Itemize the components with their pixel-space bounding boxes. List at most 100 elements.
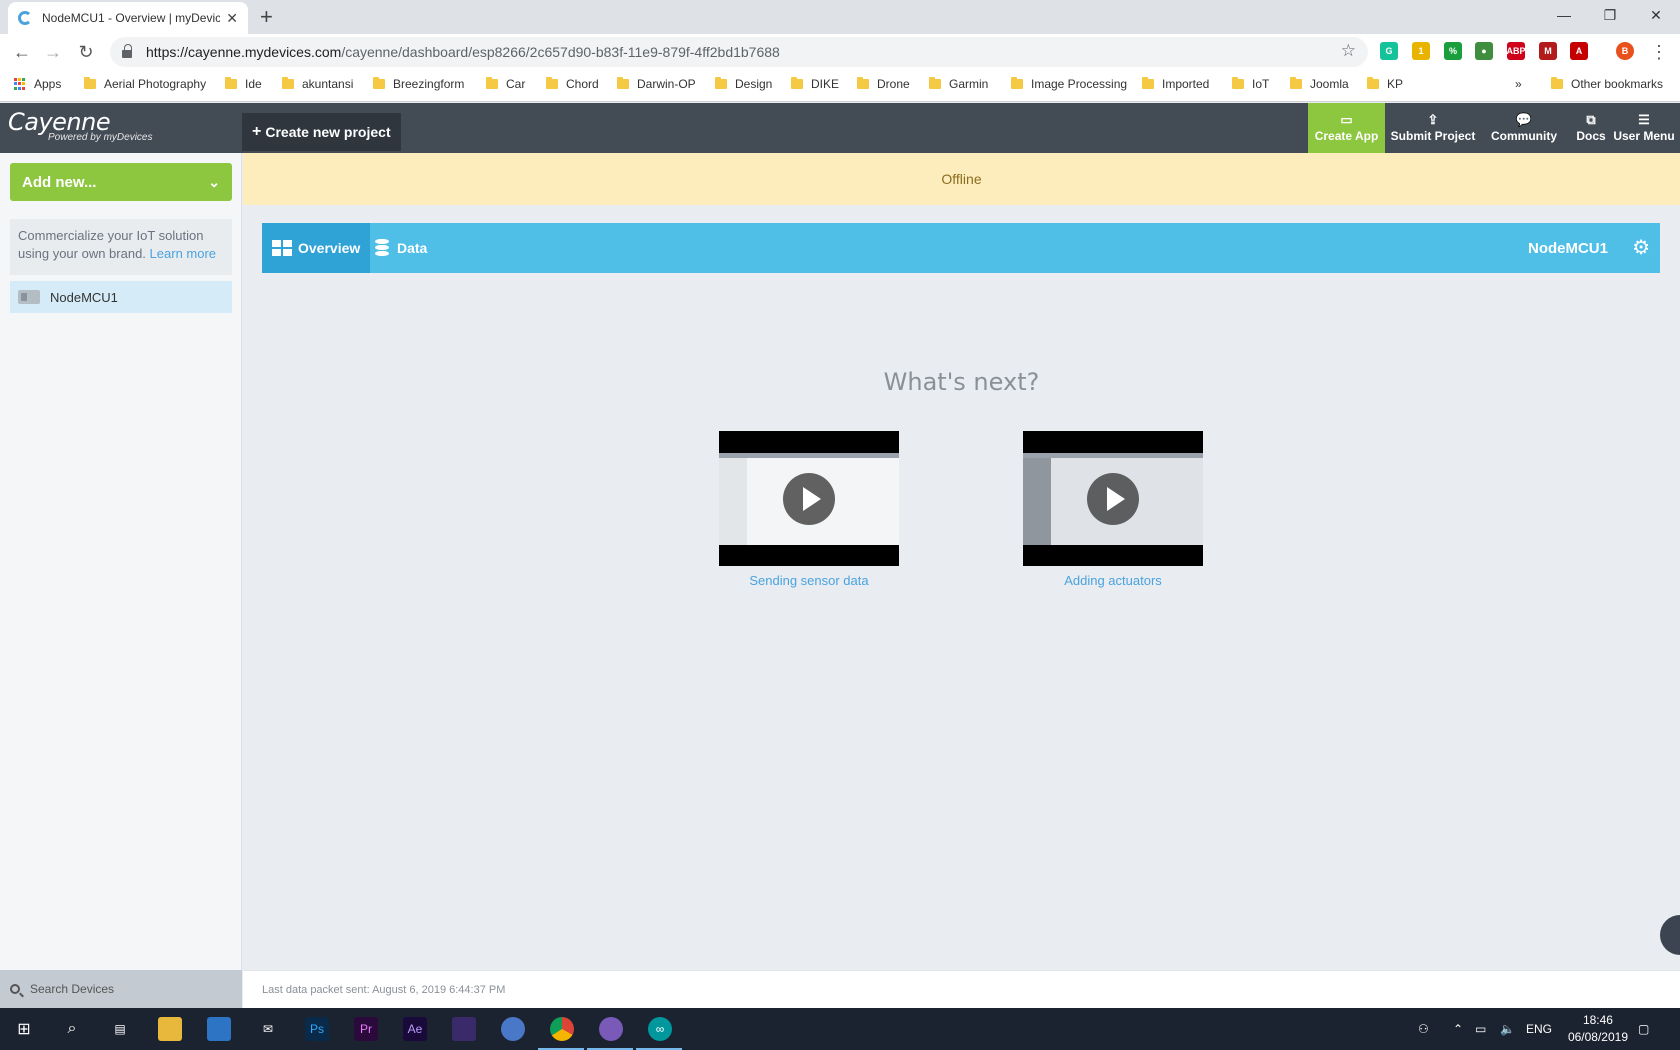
bookmark-item[interactable]: DIKE xyxy=(791,77,839,91)
submit-project-button[interactable]: ⇪ Submit Project xyxy=(1388,103,1478,153)
play-icon[interactable] xyxy=(783,473,835,525)
system-clock[interactable]: 18:46 06/08/2019 xyxy=(1568,1012,1628,1046)
bookmark-item[interactable]: Image Processing xyxy=(1011,77,1127,91)
notifications-icon[interactable]: ▢ xyxy=(1638,1008,1649,1050)
visual-studio-icon[interactable] xyxy=(452,1017,476,1041)
close-tab-icon[interactable]: ✕ xyxy=(226,10,238,27)
bookmark-item[interactable]: Car xyxy=(486,77,525,91)
tab-overview[interactable]: Overview xyxy=(262,223,371,273)
bookmark-item[interactable]: akuntansi xyxy=(282,77,353,91)
bookmark-item[interactable]: IoT xyxy=(1232,77,1269,91)
folder-icon xyxy=(486,77,498,89)
community-button[interactable]: 💬 Community xyxy=(1482,103,1566,153)
github-desktop-icon[interactable] xyxy=(599,1017,623,1041)
photoshop-icon[interactable]: Ps xyxy=(305,1017,329,1041)
url-host: https://cayenne.mydevices.com xyxy=(146,44,342,60)
bookmark-label: KP xyxy=(1387,77,1404,91)
forward-icon[interactable]: → xyxy=(41,40,65,64)
chrome-icon[interactable] xyxy=(550,1017,574,1041)
video-adding-actuators[interactable] xyxy=(1023,431,1203,566)
create-app-button[interactable]: ▭ Create App xyxy=(1308,103,1385,153)
side-panel-toggle[interactable] xyxy=(1660,915,1680,955)
new-tab-button[interactable]: + xyxy=(260,4,273,30)
sidebar: Add new... ⌄ Commercialize your IoT solu… xyxy=(0,153,242,970)
add-new-dropdown[interactable]: Add new... ⌄ xyxy=(10,163,232,201)
bookmark-label: DIKE xyxy=(811,77,840,91)
create-project-button[interactable]: + Create new project xyxy=(242,113,401,151)
folder-icon xyxy=(929,77,941,89)
video-link-sending-sensor-data[interactable]: Sending sensor data xyxy=(719,573,899,588)
back-icon[interactable]: ← xyxy=(10,40,34,64)
bookmark-item[interactable]: Darwin-OP xyxy=(617,77,696,91)
bookmark-item[interactable]: Chord xyxy=(546,77,599,91)
file-explorer-icon[interactable] xyxy=(158,1017,182,1041)
tray-chevron-icon[interactable]: ⌃ xyxy=(1453,1008,1463,1050)
status-banner: Offline xyxy=(243,153,1680,205)
mendeley-icon[interactable]: M xyxy=(1539,42,1557,60)
dashboard-grid-icon xyxy=(272,240,292,256)
restore-icon[interactable]: ❐ xyxy=(1587,0,1633,30)
tab-data[interactable]: Data xyxy=(365,223,437,273)
video-sending-sensor-data[interactable] xyxy=(719,431,899,566)
folder-icon xyxy=(546,77,558,89)
learn-more-link[interactable]: Learn more xyxy=(150,246,216,261)
folder-icon xyxy=(857,77,869,89)
windows-start-icon[interactable]: ⊞ xyxy=(12,1017,36,1041)
chevron-down-icon: ⌄ xyxy=(208,173,220,190)
people-icon[interactable]: ⚇ xyxy=(1418,1008,1429,1050)
other-bookmarks[interactable]: Other bookmarks xyxy=(1551,77,1663,91)
task-view-icon[interactable]: ▤ xyxy=(108,1017,132,1041)
cayenne-logo[interactable]: Cayenne Powered by myDevices xyxy=(8,109,152,143)
reload-icon[interactable]: ↻ xyxy=(74,40,98,64)
device-tabbar: Overview Data NodeMCU1 ⚙ xyxy=(262,223,1660,273)
mail-icon[interactable]: ✉ xyxy=(256,1017,280,1041)
browser-app-icon[interactable] xyxy=(501,1017,525,1041)
gear-icon[interactable]: ⚙ xyxy=(1632,235,1650,260)
bookmark-item[interactable]: Garmin xyxy=(929,77,988,91)
note-extension-icon[interactable]: 1 xyxy=(1412,42,1430,60)
bookmark-item[interactable]: Imported xyxy=(1142,77,1209,91)
close-window-icon[interactable]: ✕ xyxy=(1633,0,1679,30)
sidebar-item-nodemcu1[interactable]: NodeMCU1 xyxy=(10,281,232,313)
address-bar[interactable]: https://cayenne.mydevices.com/cayenne/da… xyxy=(110,37,1368,67)
community-label: Community xyxy=(1491,129,1557,143)
bookmark-item[interactable]: Joomla xyxy=(1290,77,1349,91)
after-effects-icon[interactable]: Ae xyxy=(403,1017,427,1041)
taskbar-search-icon[interactable]: ⌕ xyxy=(60,1017,84,1041)
premiere-icon[interactable]: Pr xyxy=(354,1017,378,1041)
acrobat-icon[interactable]: A xyxy=(1570,42,1588,60)
browser-menu-icon[interactable]: ⋮ xyxy=(1647,40,1671,64)
adblock-icon[interactable]: ABP xyxy=(1507,42,1526,60)
bookmark-item[interactable]: Drone xyxy=(857,77,910,91)
browser-tab[interactable]: NodeMCU1 - Overview | myDevic ✕ xyxy=(8,2,248,34)
bookmark-label: Apps xyxy=(34,77,62,91)
bookmark-star-icon[interactable]: ☆ xyxy=(1341,41,1356,61)
bookmark-apps[interactable]: Apps xyxy=(14,77,61,91)
store-icon[interactable] xyxy=(207,1017,231,1041)
user-menu-button[interactable]: ☰ User Menu xyxy=(1612,103,1676,153)
submit-project-label: Submit Project xyxy=(1390,129,1476,143)
language-indicator[interactable]: ENG xyxy=(1526,1008,1552,1050)
tab-title: NodeMCU1 - Overview | myDevic xyxy=(42,11,221,25)
bookmark-item[interactable]: KP xyxy=(1367,77,1403,91)
grammarly-icon[interactable]: G xyxy=(1380,42,1398,60)
play-icon[interactable] xyxy=(1087,473,1139,525)
volume-icon[interactable]: 🔈 xyxy=(1500,1008,1515,1050)
bookmark-item[interactable]: Ide xyxy=(225,77,262,91)
globe-extension-icon[interactable]: ● xyxy=(1475,42,1493,60)
video-link-adding-actuators[interactable]: Adding actuators xyxy=(1023,573,1203,588)
arduino-icon[interactable]: ∞ xyxy=(648,1017,672,1041)
bookmark-item[interactable]: Aerial Photography xyxy=(84,77,206,91)
bookmark-label: Design xyxy=(735,77,773,91)
profile-avatar-icon[interactable]: B xyxy=(1616,42,1634,60)
network-icon[interactable]: ▭ xyxy=(1475,1008,1486,1050)
url-path: /cayenne/dashboard/esp8266/2c657d90-b83f… xyxy=(341,44,780,60)
bookmark-item[interactable]: Design xyxy=(715,77,772,91)
percent-extension-icon[interactable]: % xyxy=(1444,42,1462,60)
minimize-icon[interactable]: — xyxy=(1541,0,1587,30)
docs-button[interactable]: ⧉ Docs xyxy=(1570,103,1612,153)
search-devices-input[interactable]: Search Devices xyxy=(0,970,242,1008)
folder-icon xyxy=(715,77,727,89)
bookmarks-overflow-icon[interactable]: » xyxy=(1515,77,1522,91)
bookmark-item[interactable]: Breezingform xyxy=(373,77,464,91)
